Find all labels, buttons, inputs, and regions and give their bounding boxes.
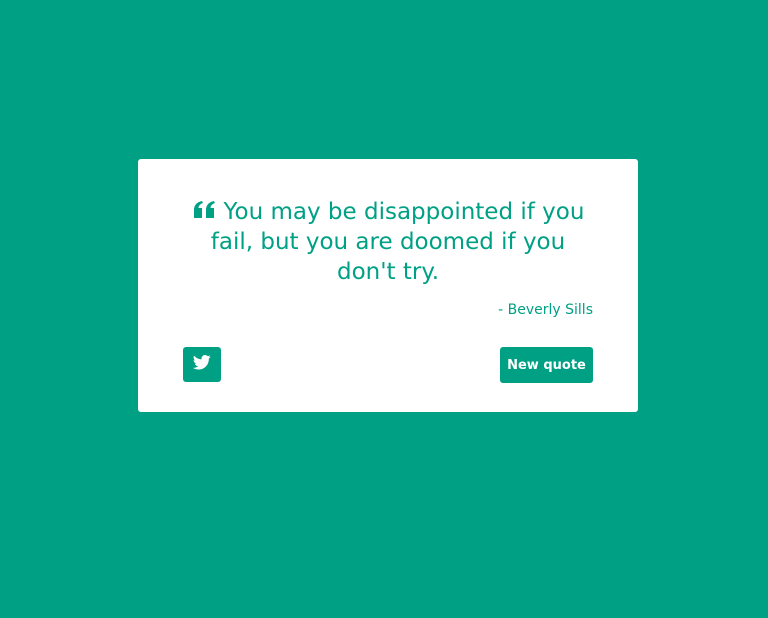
quote-text: You may be disappointed if you fail, but… [210, 199, 585, 285]
quote-author: - Beverly Sills [498, 302, 593, 318]
quote-text-block: You may be disappointed if you fail, but… [183, 197, 593, 287]
quote-left-icon [192, 198, 216, 218]
quote-card: You may be disappointed if you fail, but… [138, 159, 638, 412]
new-quote-button[interactable]: New quote [500, 347, 593, 383]
tweet-quote-button[interactable] [183, 347, 221, 382]
twitter-icon [193, 355, 211, 374]
